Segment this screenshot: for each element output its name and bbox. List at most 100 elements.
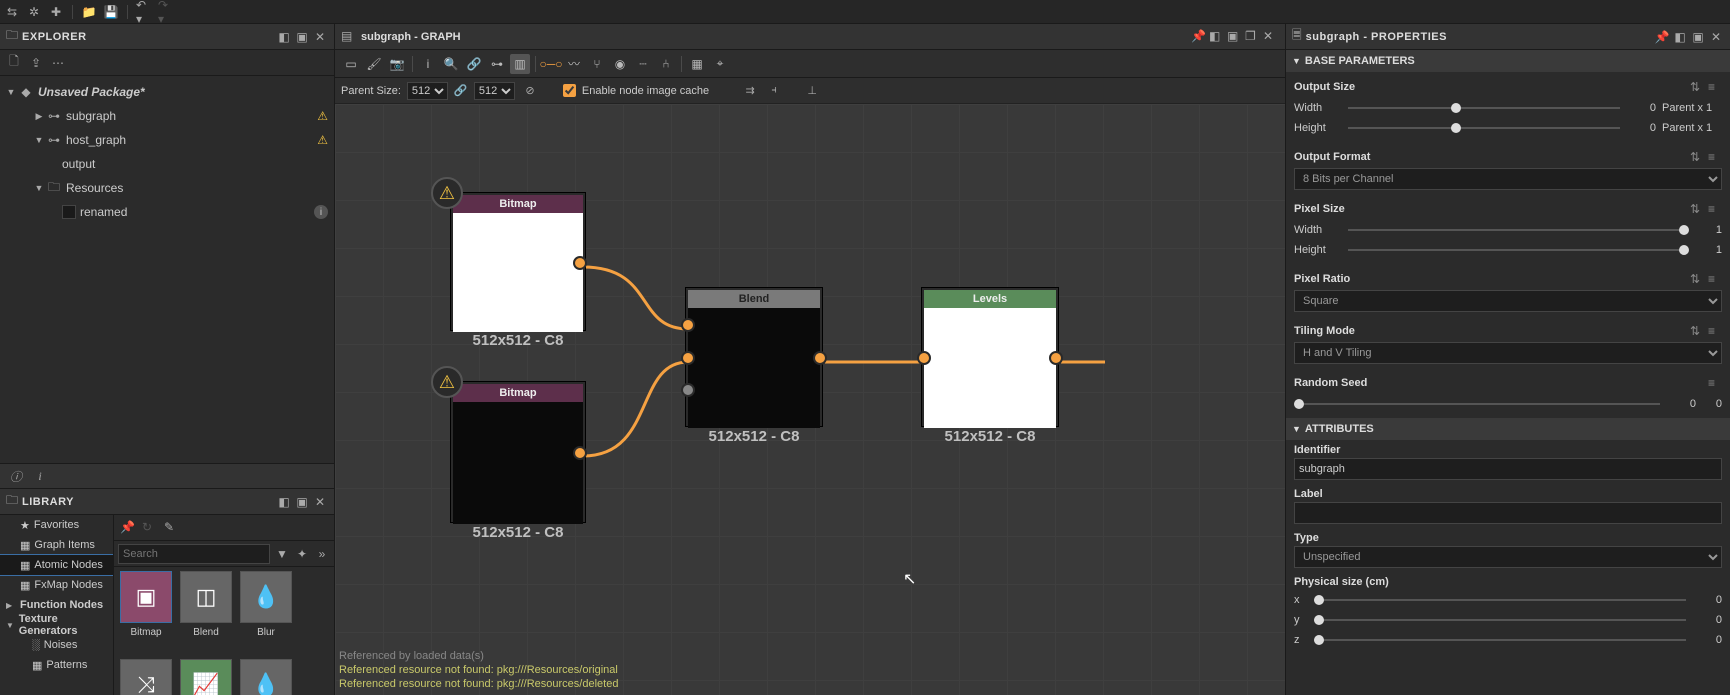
merge-icon[interactable]: ⑃ xyxy=(656,54,676,74)
select-tool-icon[interactable]: ▭ xyxy=(341,54,361,74)
output-format-select[interactable]: 8 Bits per Channel xyxy=(1294,168,1722,190)
chevron-down-icon[interactable]: ▼ xyxy=(4,87,18,97)
package-row[interactable]: ▼ ◆ Unsaved Package* xyxy=(0,80,334,104)
dock-icon[interactable]: ◧ xyxy=(276,29,292,45)
menu-icon[interactable]: ≡ xyxy=(1708,376,1722,390)
inherit-icon[interactable]: ⇅ xyxy=(1690,150,1704,164)
pin-icon[interactable]: 📌 xyxy=(1191,29,1207,45)
maximize-icon[interactable]: ▣ xyxy=(294,494,310,510)
pin-icon[interactable]: 📌 xyxy=(120,520,136,536)
node-port[interactable] xyxy=(813,351,827,365)
arrange-icon[interactable]: ⇉ xyxy=(741,82,759,100)
link-lock-icon[interactable]: 🔗 xyxy=(454,84,468,98)
px-width-slider[interactable] xyxy=(1348,229,1686,231)
tree-arrow[interactable]: ▶ xyxy=(32,111,46,122)
library-category[interactable]: ▼Texture Generators xyxy=(0,615,113,635)
menu-icon[interactable]: ≡ xyxy=(1708,272,1722,286)
star-plus-icon[interactable]: ✦ xyxy=(294,546,310,562)
close-icon[interactable]: ✕ xyxy=(1263,29,1279,45)
italic-i-icon[interactable]: i xyxy=(32,468,48,484)
node-port[interactable] xyxy=(573,256,587,270)
tree-row[interactable]: ▶⊶subgraph⚠ xyxy=(0,104,334,128)
maximize-icon[interactable]: ▣ xyxy=(1227,29,1243,45)
library-tile[interactable]: 💧 xyxy=(238,659,294,695)
inherit-icon[interactable]: ⇅ xyxy=(1690,272,1704,286)
seed-slider[interactable] xyxy=(1294,403,1660,405)
library-tile[interactable]: 📈 xyxy=(178,659,234,695)
paint-icon[interactable]: 🖌 xyxy=(364,54,384,74)
node-port[interactable] xyxy=(917,351,931,365)
identifier-input[interactable] xyxy=(1294,458,1722,480)
library-tile[interactable]: ◫Blend xyxy=(178,571,234,655)
maximize-icon[interactable]: ▣ xyxy=(1690,29,1706,45)
parent-width-select[interactable]: 512 xyxy=(407,82,448,100)
open-icon[interactable]: 📁 xyxy=(81,4,97,20)
curve-icon[interactable]: 〰 xyxy=(564,54,584,74)
tree-row[interactable]: ▼⊶host_graph⚠ xyxy=(0,128,334,152)
dock-icon[interactable]: ◧ xyxy=(1672,29,1688,45)
reset-icon[interactable]: ⊘ xyxy=(521,82,539,100)
height-slider[interactable] xyxy=(1348,127,1620,129)
zoom-icon[interactable]: 🔍 xyxy=(441,54,461,74)
cache-checkbox[interactable] xyxy=(563,84,576,97)
pencil-icon[interactable]: ✎ xyxy=(164,520,180,536)
tiling-select[interactable]: H and V Tiling xyxy=(1294,342,1722,364)
library-category[interactable]: ░Noises xyxy=(0,635,113,655)
camera-icon[interactable]: 📷 xyxy=(387,54,407,74)
library-category[interactable]: ▶Function Nodes xyxy=(0,595,113,615)
library-search-input[interactable] xyxy=(118,544,270,564)
save-icon[interactable]: 💾 xyxy=(103,4,119,20)
library-tile[interactable]: ▣Bitmap xyxy=(118,571,174,655)
close-icon[interactable]: ✕ xyxy=(312,494,328,510)
grid-snap-icon[interactable]: ▦ xyxy=(687,54,707,74)
align-icon[interactable]: ▥ xyxy=(510,54,530,74)
maximize-icon[interactable]: ▣ xyxy=(294,29,310,45)
node-icon[interactable]: ◉ xyxy=(610,54,630,74)
pin-icon[interactable]: 📌 xyxy=(1654,29,1670,45)
puzzle-icon[interactable]: ✲ xyxy=(26,4,42,20)
attributes-header[interactable]: ▼ ATTRIBUTES xyxy=(1286,418,1730,440)
library-category[interactable]: ▦Graph Items xyxy=(0,535,113,555)
phys-z-slider[interactable] xyxy=(1314,639,1686,641)
graph-node-bitmap[interactable]: Bitmap xyxy=(451,382,585,522)
library-tile[interactable]: 💧Blur xyxy=(238,571,294,655)
px-height-slider[interactable] xyxy=(1348,249,1686,251)
expand-icon[interactable]: » xyxy=(314,546,330,562)
close-icon[interactable]: ✕ xyxy=(312,29,328,45)
menu-icon[interactable]: ≡ xyxy=(1708,324,1722,338)
menu-icon[interactable]: ≡ xyxy=(1708,202,1722,216)
parent-height-select[interactable]: 512 xyxy=(474,82,515,100)
close-icon[interactable]: ✕ xyxy=(1708,29,1724,45)
phys-x-slider[interactable] xyxy=(1314,599,1686,601)
library-category[interactable]: ▦Atomic Nodes xyxy=(0,555,113,575)
export-icon[interactable]: ⇪ xyxy=(28,55,44,71)
tree-row[interactable]: renamedi xyxy=(0,200,334,224)
dock-icon[interactable]: ◧ xyxy=(276,494,292,510)
node-port[interactable] xyxy=(681,351,695,365)
info-icon[interactable]: i xyxy=(418,54,438,74)
dock-icon[interactable]: ◧ xyxy=(1209,29,1225,45)
undo-icon[interactable]: ↶ ▾ xyxy=(136,4,152,20)
inherit-icon[interactable]: ⇅ xyxy=(1690,202,1704,216)
inherit-icon[interactable]: ⇅ xyxy=(1690,80,1704,94)
graph-node-levels[interactable]: Levels xyxy=(922,288,1058,426)
connect-icon[interactable]: ○─○ xyxy=(541,54,561,74)
node-port[interactable] xyxy=(1049,351,1063,365)
restore-icon[interactable]: ❐ xyxy=(1245,29,1261,45)
pixel-ratio-select[interactable]: Square xyxy=(1294,290,1722,312)
width-slider[interactable] xyxy=(1348,107,1620,109)
library-category[interactable]: ▦FxMap Nodes xyxy=(0,575,113,595)
link-icon[interactable]: 🔗 xyxy=(464,54,484,74)
menu-icon[interactable]: ≡ xyxy=(1708,150,1722,164)
filter-icon[interactable]: ▼ xyxy=(274,546,290,562)
dotted-icon[interactable]: ┈ xyxy=(633,54,653,74)
magnet-icon[interactable]: ⌖ xyxy=(710,54,730,74)
node-port[interactable] xyxy=(681,383,695,397)
info-tab-icon[interactable]: ⓘ xyxy=(8,468,24,484)
phys-y-slider[interactable] xyxy=(1314,619,1686,621)
library-tile[interactable]: ⤨ xyxy=(118,659,174,695)
base-params-header[interactable]: ▼ BASE PARAMETERS xyxy=(1286,50,1730,72)
inherit-icon[interactable]: ⇅ xyxy=(1690,324,1704,338)
tree-arrow[interactable]: ▼ xyxy=(32,135,46,145)
menu-icon[interactable]: ≡ xyxy=(1708,80,1722,94)
